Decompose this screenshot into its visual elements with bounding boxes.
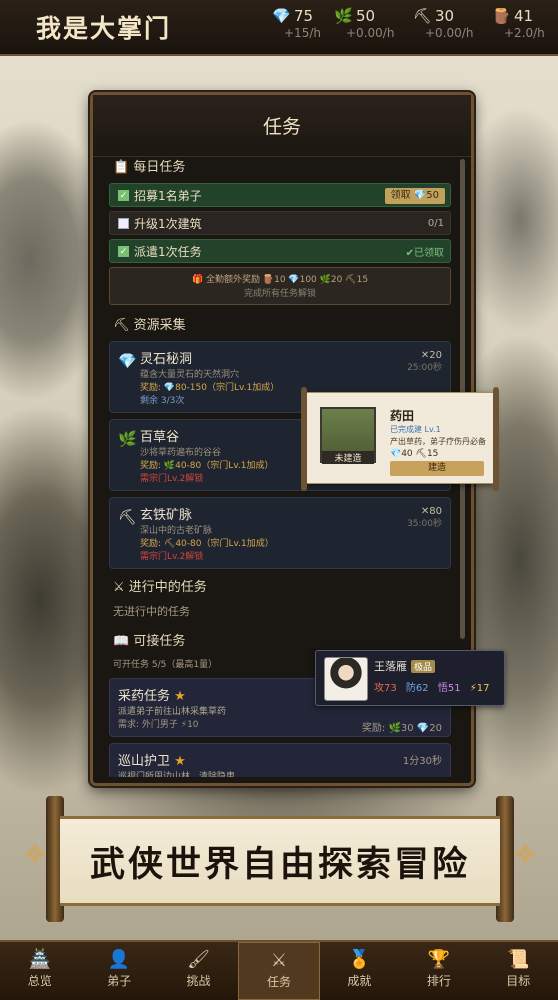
- ongoing-heading: ⚔ 进行中的任务: [113, 580, 207, 595]
- star-icon: ★: [174, 689, 186, 704]
- gem-icon: 💎: [272, 7, 291, 25]
- herb-icon: 🌿: [334, 7, 353, 25]
- game-title: 我是大掌门: [36, 14, 172, 43]
- nav-overview[interactable]: 🏯 总览: [0, 942, 79, 1000]
- building-tooltip: 未建造 药田 已完成建 Lv.1 产出草药，弟子疗伤丹必备 💎40 ⛏15 建造: [301, 387, 499, 491]
- checkbox-icon: ✓: [118, 189, 129, 201]
- home-icon: 🏯: [28, 949, 51, 970]
- nav-tasks[interactable]: ⚔ 任务: [238, 942, 320, 1000]
- resource-ore: ⛏ 30 +0.00/h: [413, 7, 474, 41]
- ongoing-empty: 无进行中的任务: [113, 605, 190, 618]
- gem-icon: 💎: [118, 352, 137, 370]
- daily-task[interactable]: ✓ 派遣1次任务 ✔已领取: [109, 239, 451, 263]
- checkbox-icon: [118, 217, 129, 229]
- resource-herb: 🌿 50 +0.00/h: [334, 7, 395, 41]
- panel-header: 任务: [93, 95, 471, 157]
- gather-heading: ⛏ 资源采集: [113, 318, 186, 333]
- brush-icon: 🖌: [187, 949, 210, 970]
- bottom-nav: 🏯 总览 👤 弟子 🖌 挑战 ⚔ 任务 🏅 成就 🏆 排行 📜 目标: [0, 940, 558, 1000]
- medal-icon: 🏅: [348, 949, 371, 970]
- swords-icon: ⚔: [270, 950, 288, 971]
- disciple-icon: 👤: [107, 949, 131, 970]
- daily-heading: 📋 每日任务: [113, 160, 186, 175]
- trophy-icon: 🏆: [427, 949, 451, 970]
- herb-field-thumbnail: 未建造: [320, 407, 376, 464]
- gather-card[interactable]: ⛏ 玄铁矿脉 深山中的古老矿脉 奖励: ⛏40-80（宗门Lv.1加成） 需宗门…: [109, 497, 451, 569]
- pickaxe-icon: ⛏: [118, 508, 138, 526]
- nav-ranking[interactable]: 🏆 排行: [399, 942, 478, 1000]
- cloud-ornament-icon: ❖: [513, 840, 537, 870]
- promo-banner: ❖ ❖ 武侠世界自由探索冒险: [20, 796, 540, 922]
- daily-task[interactable]: 升级1次建筑 0/1: [109, 211, 451, 235]
- checkbox-icon: ✓: [118, 245, 129, 257]
- available-task-card[interactable]: 巡山护卫 ★ 巡视门所周边山林，清除隐患 1分30秒: [109, 743, 451, 777]
- daily-task[interactable]: ✓ 招募1名弟子 领取 💎50: [109, 183, 451, 207]
- pickaxe-icon: ⛏: [413, 7, 433, 25]
- cloud-ornament-icon: ❖: [23, 840, 47, 870]
- resource-gem: 💎 75 +15/h: [272, 7, 321, 41]
- nav-disciples[interactable]: 👤 弟子: [79, 942, 158, 1000]
- claim-button[interactable]: 领取 💎50: [384, 188, 445, 204]
- resource-wood: 🪵 41 +2.0/h: [492, 8, 545, 40]
- disciple-avatar: [324, 657, 368, 701]
- star-icon: ★: [174, 754, 186, 769]
- herb-icon: 🌿: [118, 430, 137, 448]
- top-bar: 我是大掌门 💎 75 +15/h 🌿 50 +0.00/h ⛏ 30 +0.00/h 🪵 41…: [0, 0, 558, 56]
- disciple-tooltip: 王落雁 极品 攻73 防62 悟51 ⚡17: [315, 650, 505, 706]
- rank-badge: 极品: [411, 660, 436, 673]
- full-attendance-bonus[interactable]: 🎁 全勤额外奖励 🪵10 💎100 🌿20 ⛏15 完成所有任务解锁: [109, 267, 451, 305]
- nav-achievements[interactable]: 🏅 成就: [320, 942, 399, 1000]
- build-button[interactable]: 建造: [390, 461, 484, 476]
- nav-goals[interactable]: 📜 目标: [479, 942, 558, 1000]
- wood-icon: 🪵: [492, 8, 511, 25]
- scroll-icon: 📜: [507, 949, 530, 970]
- slogan: 武侠世界自由探索冒险: [89, 844, 470, 885]
- nav-challenge[interactable]: 🖌 挑战: [159, 942, 238, 1000]
- panel-title: 任务: [262, 116, 301, 138]
